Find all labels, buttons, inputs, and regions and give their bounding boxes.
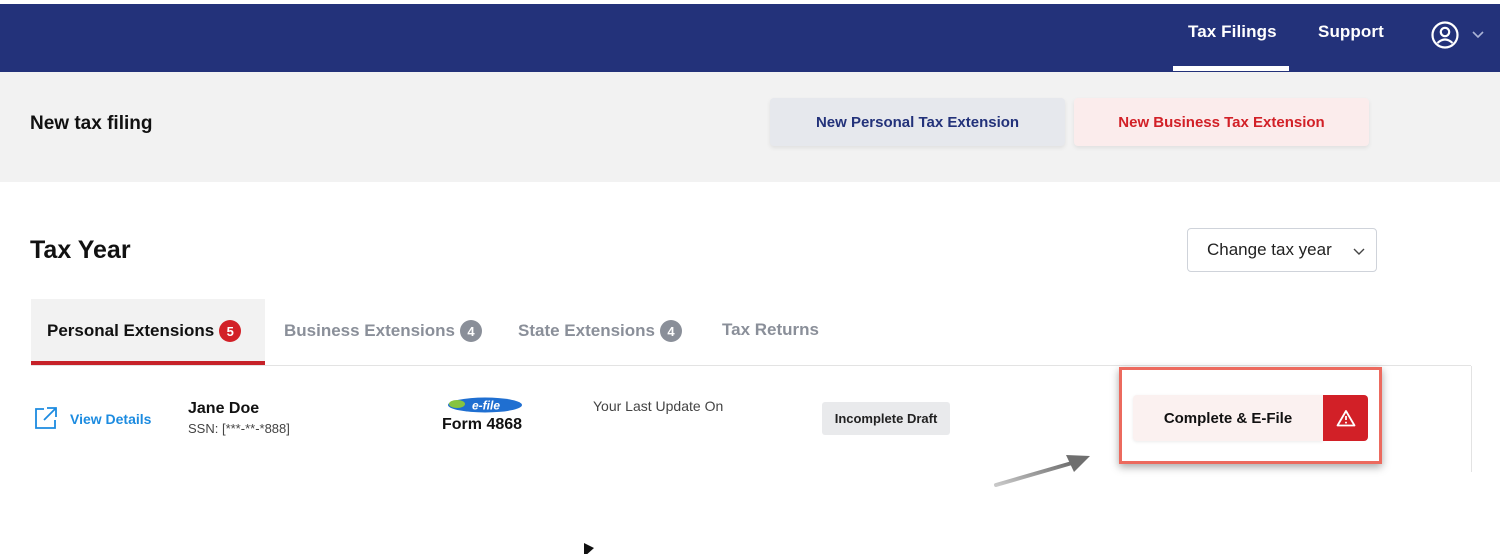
last-update-label: Your Last Update On bbox=[593, 398, 724, 414]
chevron-down-icon bbox=[1353, 248, 1365, 255]
highlight-annotation-box bbox=[1119, 367, 1382, 464]
user-circle-icon[interactable] bbox=[1430, 20, 1460, 50]
tab-label: State Extensions bbox=[518, 321, 655, 340]
external-link-icon[interactable] bbox=[32, 404, 60, 432]
tax-year-title: Tax Year bbox=[30, 236, 131, 264]
new-tax-filing-title: New tax filing bbox=[30, 113, 153, 134]
top-edge-strip bbox=[0, 0, 1500, 4]
form-number: Form 4868 bbox=[442, 416, 523, 433]
nav-support[interactable]: Support bbox=[1318, 22, 1384, 42]
count-badge: 4 bbox=[660, 320, 682, 342]
annotation-arrow-icon bbox=[994, 455, 1090, 487]
taxpayer-name: Jane Doe bbox=[188, 400, 260, 417]
count-badge: 4 bbox=[460, 320, 483, 342]
tab-state-extensions[interactable]: State Extensions 4 bbox=[518, 320, 682, 342]
new-business-extension-button[interactable]: New Business Tax Extension bbox=[1074, 98, 1369, 146]
status-badge: Incomplete Draft bbox=[822, 402, 950, 435]
tab-tax-returns[interactable]: Tax Returns bbox=[722, 320, 819, 340]
top-nav-bar: Tax Filings Support bbox=[0, 0, 1500, 72]
count-badge: 5 bbox=[219, 320, 242, 342]
efile-logo-text: e-file bbox=[472, 399, 500, 413]
tax-year-select[interactable]: Change tax year bbox=[1187, 228, 1377, 272]
tab-label: Tax Returns bbox=[722, 320, 819, 339]
taxpayer-ssn: SSN: [***-**-*888] bbox=[188, 421, 290, 436]
tabs-divider bbox=[31, 365, 1471, 366]
tab-label: Business Extensions bbox=[284, 321, 456, 340]
tax-year-select-value: Change tax year bbox=[1207, 240, 1332, 259]
efile-logo: e-file bbox=[448, 397, 522, 413]
tab-personal-extensions[interactable]: Personal Extensions 5 bbox=[47, 320, 242, 342]
tab-label: Personal Extensions bbox=[47, 321, 215, 340]
row-right-border bbox=[1471, 366, 1472, 472]
chevron-down-icon[interactable] bbox=[1470, 28, 1486, 40]
nav-tax-filings[interactable]: Tax Filings bbox=[1188, 22, 1277, 42]
mouse-cursor-icon bbox=[584, 543, 594, 554]
new-tax-filing-section: New tax filing New Personal Tax Extensio… bbox=[0, 72, 1500, 182]
new-personal-extension-button[interactable]: New Personal Tax Extension bbox=[770, 98, 1065, 146]
view-details-link[interactable]: View Details bbox=[70, 411, 151, 427]
nav-active-indicator bbox=[1173, 66, 1289, 71]
tab-business-extensions[interactable]: Business Extensions 4 bbox=[284, 320, 483, 342]
